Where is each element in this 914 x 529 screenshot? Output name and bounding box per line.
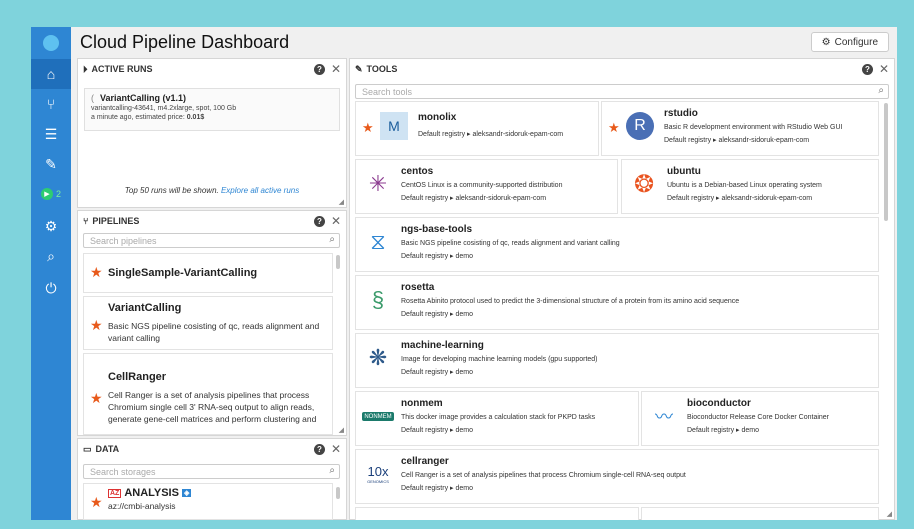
tools-header: ✎ TOOLS ? ✕ bbox=[355, 62, 889, 76]
azure-badge: AZ bbox=[108, 488, 122, 498]
gear-icon: ⚙ bbox=[821, 36, 831, 48]
help-icon[interactable]: ? bbox=[313, 443, 325, 455]
monolix-logo-icon: M bbox=[380, 112, 408, 140]
dna-icon: ⧖ bbox=[370, 229, 386, 254]
star-icon[interactable]: ★ bbox=[608, 120, 620, 136]
runs-count: 2 bbox=[55, 189, 61, 199]
tool-card-rosetta[interactable]: § rosetta Rosetta Abinito protocol used … bbox=[355, 275, 879, 330]
storage-name: ANALYSIS bbox=[124, 487, 179, 499]
pipelines-search-input[interactable]: Search pipelines ⌕ bbox=[83, 233, 340, 248]
storages-search-input[interactable]: Search storages ⌕ bbox=[83, 464, 340, 479]
help-icon[interactable]: ? bbox=[861, 63, 873, 75]
logout-icon[interactable]: ⏻ bbox=[31, 273, 71, 303]
tool-card-monolix[interactable]: ★ M monolix Default registry ▸ aleksandr… bbox=[355, 101, 599, 156]
bioconductor-logo-icon: 〰 bbox=[655, 407, 673, 427]
app-logo-icon[interactable] bbox=[43, 35, 59, 51]
close-icon[interactable]: ✕ bbox=[331, 214, 341, 228]
tool-card-rstudio[interactable]: ★ R rstudio Basic R development environm… bbox=[601, 101, 879, 156]
star-icon[interactable]: ★ bbox=[362, 120, 374, 136]
storage-item[interactable]: ★ AZ ANALYSIS ◈ az://cmbi-analysis bbox=[83, 483, 333, 520]
ubuntu-logo-icon: ❂ bbox=[633, 170, 655, 198]
run-time: a minute ago, estimated price: 0.01$ bbox=[91, 114, 205, 121]
scrollbar[interactable] bbox=[884, 103, 888, 221]
tool-card-cellranger[interactable]: 10x GENOMICS cellranger Cell Ranger is a … bbox=[355, 449, 879, 504]
home-icon[interactable]: ⌂ bbox=[31, 59, 71, 89]
pipelines-header: ⑂ PIPELINES ? ✕ bbox=[83, 214, 341, 228]
tool-card-centos[interactable]: ✳ centos CentOS Linux is a community-sup… bbox=[355, 159, 618, 214]
pipeline-item[interactable]: ★ SingleSample-VariantCalling bbox=[83, 253, 333, 293]
data-panel: ▭ DATA ? ✕ Search storages ⌕ ★ AZ ANALYSIS… bbox=[77, 438, 347, 520]
pipelines-panel: ⑂ PIPELINES ? ✕ Search pipelines ⌕ ★ Singl… bbox=[77, 210, 347, 436]
storage-path: az://cmbi-analysis bbox=[108, 501, 176, 511]
pipelines-icon[interactable]: ⑂ bbox=[31, 89, 71, 119]
storage-icon: ▭ bbox=[83, 443, 92, 454]
search-icon: ⌕ bbox=[329, 465, 335, 476]
fork-icon: ⑂ bbox=[83, 216, 89, 226]
rstudio-logo-icon: R bbox=[626, 112, 654, 140]
app-window: ⌂ ⑂ ☰ ✎ ▶ 2 ⚙ ⌕ ⏻ Cloud Pipeline Dashboar… bbox=[31, 27, 897, 520]
tools-icon[interactable]: ✎ bbox=[31, 149, 71, 179]
play-icon: ▶ bbox=[40, 188, 53, 200]
star-icon[interactable]: ★ bbox=[90, 494, 103, 511]
10x-genomics-logo-icon: 10x GENOMICS bbox=[367, 464, 389, 484]
star-icon[interactable]: ★ bbox=[90, 390, 103, 407]
side-navigation: ⌂ ⑂ ☰ ✎ ▶ 2 ⚙ ⌕ ⏻ bbox=[31, 27, 71, 520]
close-icon[interactable]: ✕ bbox=[331, 62, 341, 76]
star-icon[interactable]: ★ bbox=[90, 264, 103, 281]
tools-panel: ✎ TOOLS ? ✕ Search tools ⌕ ★ M monolix Def… bbox=[349, 58, 895, 520]
pipeline-item[interactable]: ★ CellRanger Cell Ranger is a set of ana… bbox=[83, 353, 333, 435]
tool-card-bioconductor[interactable]: 〰 bioconductor Bioconductor Release Core… bbox=[641, 391, 879, 446]
list-icon[interactable]: ☰ bbox=[31, 119, 71, 149]
configure-button[interactable]: ⚙ Configure bbox=[810, 32, 889, 52]
pipeline-item[interactable]: ★ VariantCalling Basic NGS pipeline cosi… bbox=[83, 296, 333, 350]
play-circle-icon: ⏵ bbox=[83, 63, 88, 74]
run-card[interactable]: (VariantCalling (v1.1) variantcalling-43… bbox=[84, 88, 340, 131]
close-icon[interactable]: ✕ bbox=[331, 442, 341, 456]
search-icon: ⌕ bbox=[329, 234, 335, 245]
resize-handle-icon[interactable]: ◢ bbox=[339, 426, 344, 434]
page-title: Cloud Pipeline Dashboard bbox=[80, 32, 290, 52]
help-icon[interactable]: ? bbox=[313, 63, 325, 75]
active-runs-panel: ⏵ ACTIVE RUNS ? ✕ (VariantCalling (v1.1) … bbox=[77, 58, 347, 208]
wrench-icon: ✎ bbox=[355, 63, 363, 74]
active-runs-header: ⏵ ACTIVE RUNS ? ✕ bbox=[78, 59, 346, 79]
tools-search-input[interactable]: Search tools ⌕ bbox=[355, 84, 889, 99]
data-header: ▭ DATA ? ✕ bbox=[83, 442, 341, 456]
brain-icon: ❋ bbox=[368, 345, 388, 370]
help-icon[interactable]: ? bbox=[313, 215, 325, 227]
search-icon: ⌕ bbox=[878, 85, 884, 96]
centos-logo-icon: ✳ bbox=[368, 171, 388, 196]
run-name: (VariantCalling (v1.1) bbox=[91, 93, 187, 103]
settings-icon[interactable]: ⚙ bbox=[31, 211, 71, 241]
tool-card-ngs-base-tools[interactable]: ⧖ ngs-base-tools Basic NGS pipeline cosi… bbox=[355, 217, 879, 272]
scrollbar[interactable] bbox=[336, 255, 340, 269]
nonmem-logo-icon: NONMEM bbox=[362, 412, 394, 421]
panel-title: ACTIVE RUNS bbox=[91, 64, 153, 74]
storage-type-icon: ◈ bbox=[181, 489, 192, 497]
resize-handle-icon[interactable]: ◢ bbox=[339, 198, 344, 206]
close-icon[interactable]: ✕ bbox=[879, 62, 889, 76]
tool-card-nonmem[interactable]: NONMEM nonmem This docker image provides… bbox=[355, 391, 639, 446]
tool-card-machine-learning[interactable]: ❋ machine-learning Image for developing … bbox=[355, 333, 879, 388]
tool-card-ubuntu[interactable]: ❂ ubuntu Ubuntu is a Debian-based Linux … bbox=[621, 159, 879, 214]
protein-icon: § bbox=[371, 287, 385, 312]
runs-footer: Top 50 runs will be shown. Explore all a… bbox=[124, 186, 300, 195]
tool-card[interactable] bbox=[355, 507, 639, 520]
run-meta: variantcalling-43641, m4.2xlarge, spot, … bbox=[91, 105, 237, 112]
scrollbar[interactable] bbox=[336, 487, 340, 499]
search-icon[interactable]: ⌕ bbox=[31, 241, 71, 271]
explore-runs-link[interactable]: Explore all active runs bbox=[221, 186, 299, 195]
top-bar: Cloud Pipeline Dashboard ⚙ Configure bbox=[71, 27, 897, 57]
resize-handle-icon[interactable]: ◢ bbox=[887, 510, 892, 518]
star-icon[interactable]: ★ bbox=[90, 317, 103, 334]
configure-label: Configure bbox=[834, 36, 878, 48]
runs-indicator[interactable]: ▶ 2 bbox=[31, 179, 71, 209]
tool-card[interactable] bbox=[641, 507, 879, 520]
